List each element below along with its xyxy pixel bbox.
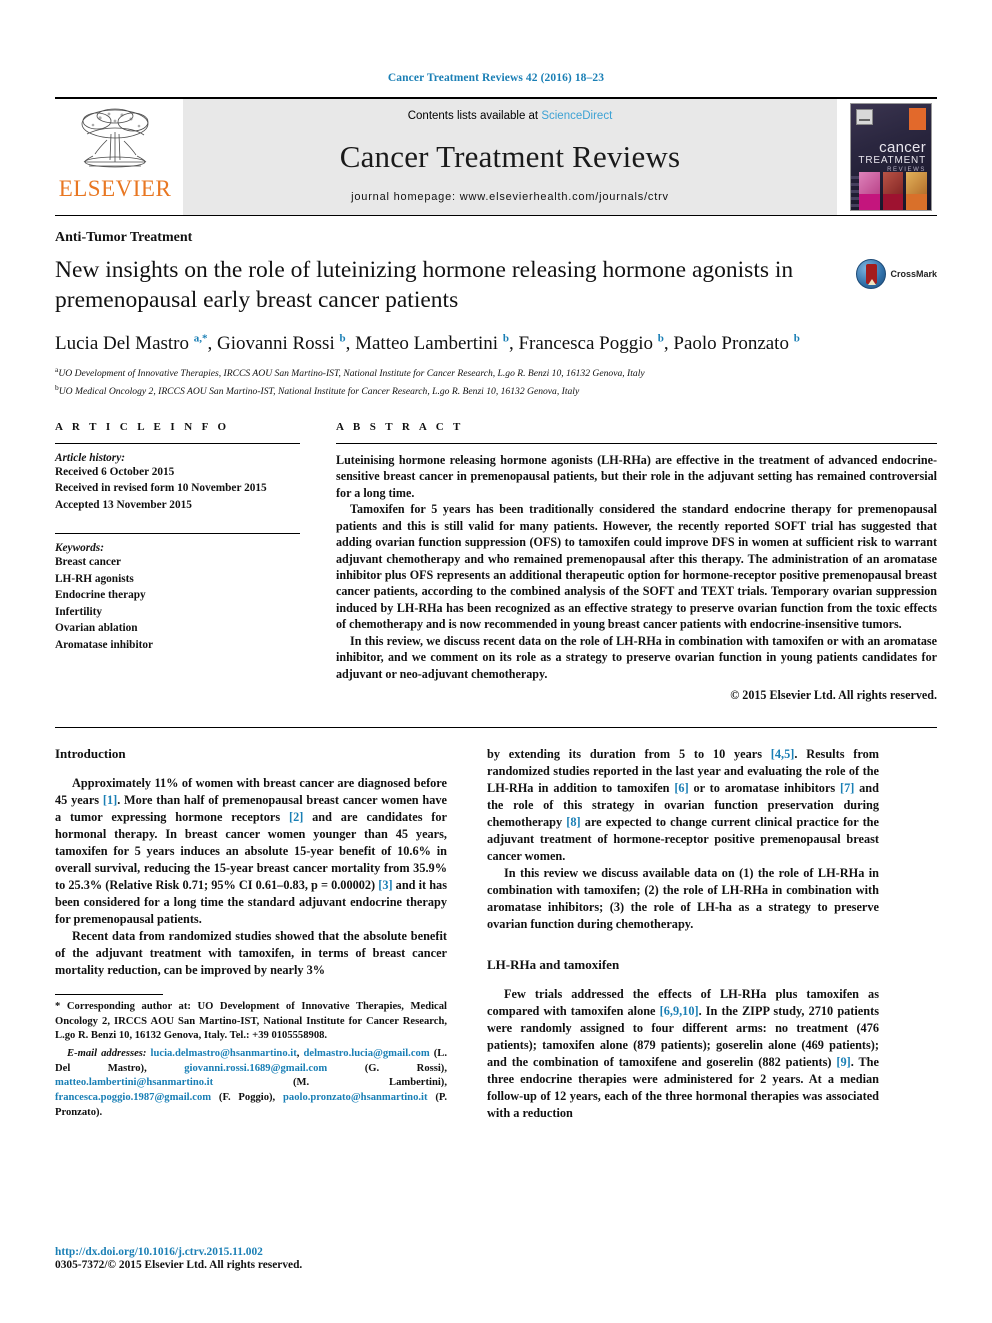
crossmark-badge[interactable]: CrossMark [827, 255, 937, 289]
keyword-item: LH-RH agonists [55, 572, 134, 585]
masthead-center: Contents lists available at ScienceDirec… [183, 99, 837, 215]
issn-copyright-line: 0305-7372/© 2015 Elsevier Ltd. All right… [55, 1259, 303, 1271]
affiliation-a: aUO Development of Innovative Therapies,… [55, 364, 937, 382]
elsevier-tree-icon [81, 108, 149, 168]
body-top-rule [55, 727, 937, 729]
cover-orange-square [909, 108, 926, 130]
keywords-label: Keywords: [55, 542, 104, 555]
history-revised: Received in revised form 10 November 201… [55, 482, 267, 495]
history-accepted: Accepted 13 November 2015 [55, 498, 192, 511]
crossmark-icon [856, 259, 887, 289]
body-paragraph: Approximately 11% of women with breast c… [55, 776, 447, 927]
keywords-block: Keywords: Breast cancer LH-RH agonists E… [55, 533, 300, 653]
cover-art: cancer TREATMENT REVIEWS [850, 103, 932, 211]
page-title: New insights on the role of luteinizing … [55, 257, 794, 314]
journal-homepage-link[interactable]: journal homepage: www.elsevierhealth.com… [351, 191, 669, 203]
body-column-left: Introduction Approximately 11% of women … [55, 746, 467, 1122]
abstract-column: A B S T R A C T Luteinising hormone rele… [318, 421, 937, 703]
cover-title-line2: TREATMENT [858, 155, 926, 166]
article-history-label: Article history: [55, 451, 125, 464]
keyword-item: Endocrine therapy [55, 589, 146, 602]
contents-prefix: Contents lists available at [407, 110, 542, 122]
affiliation-text-b: UO Medical Oncology 2, IRCCS AOU San Mar… [58, 386, 580, 398]
abstract-paragraph: Tamoxifen for 5 years has been tradition… [336, 502, 937, 632]
title-row: New insights on the role of luteinizing … [55, 255, 937, 315]
info-abstract-section: A R T I C L E I N F O Article history: R… [55, 421, 937, 703]
body-paragraph: Recent data from randomized studies show… [55, 929, 447, 978]
body-paragraph: In this review we discuss available data… [487, 866, 879, 932]
body-paragraph: by extending its duration from 5 to 10 y… [487, 747, 879, 864]
contents-available-line: Contents lists available at ScienceDirec… [408, 110, 613, 122]
doi-link[interactable]: http://dx.doi.org/10.1016/j.ctrv.2015.11… [55, 1246, 475, 1258]
body-column-right: by extending its duration from 5 to 10 y… [467, 746, 879, 1122]
cover-color-panels [859, 172, 928, 210]
abstract-copyright: © 2015 Elsevier Ltd. All rights reserved… [730, 688, 937, 703]
cover-title-line1: cancer [879, 139, 926, 156]
journal-cover-thumbnail: cancer TREATMENT REVIEWS [845, 99, 937, 215]
history-received: Received 6 October 2015 [55, 465, 175, 478]
elsevier-logo: ELSEVIER [55, 99, 175, 215]
body-paragraph: Few trials addressed the effects of LH-R… [487, 987, 879, 1121]
corresponding-author-note: * Corresponding author at: UO Developmen… [55, 1001, 447, 1042]
journal-masthead: ELSEVIER Contents lists available at Sci… [55, 97, 937, 215]
article-info-rule [55, 442, 300, 444]
affiliation-text-a: UO Development of Innovative Therapies, … [58, 367, 645, 379]
keyword-item: Infertility [55, 605, 103, 618]
journal-title: Cancer Treatment Reviews [339, 138, 681, 174]
article-category: Anti-Tumor Treatment [55, 230, 193, 245]
author-list: Lucia Del Mastro a,*, Giovanni Rossi b, … [55, 332, 800, 355]
footnote-rule [55, 994, 163, 996]
crossmark-label: CrossMark [890, 269, 937, 279]
keyword-item: Breast cancer [55, 556, 121, 569]
abstract-heading: A B S T R A C T [336, 420, 464, 433]
keywords-rule [55, 533, 300, 535]
article-info-column: A R T I C L E I N F O Article history: R… [55, 421, 318, 703]
email-addresses-note: E-mail addresses: lucia.delmastro@hsanma… [55, 1048, 448, 1118]
article-info-heading: A R T I C L E I N F O [55, 420, 230, 433]
abstract-paragraph: Luteinising hormone releasing hormone ag… [336, 452, 937, 500]
affiliation-b: bUO Medical Oncology 2, IRCCS AOU San Ma… [55, 382, 937, 400]
keyword-item: Aromatase inhibitor [55, 638, 154, 651]
cover-elsevier-badge-icon [856, 109, 873, 125]
running-head: Cancer Treatment Reviews 42 (2016) 18–23 [387, 72, 605, 84]
keyword-item: Ovarian ablation [55, 622, 138, 635]
cover-title: cancer TREATMENT REVIEWS [851, 140, 926, 173]
section-heading-introduction: Introduction [55, 746, 126, 762]
abstract-rule [336, 442, 937, 444]
section-heading-lhrha-tamoxifen: LH-RHa and tamoxifen [487, 957, 620, 973]
footer-doi-block: http://dx.doi.org/10.1016/j.ctrv.2015.11… [55, 1246, 475, 1271]
abstract-paragraph: In this review, we discuss recent data o… [336, 633, 937, 681]
elsevier-wordmark: ELSEVIER [58, 176, 172, 201]
body-columns: Introduction Approximately 11% of women … [55, 746, 937, 1122]
article-page: Cancer Treatment Reviews 42 (2016) 18–23 [0, 0, 992, 1323]
sciencedirect-link[interactable]: ScienceDirect [541, 110, 612, 122]
